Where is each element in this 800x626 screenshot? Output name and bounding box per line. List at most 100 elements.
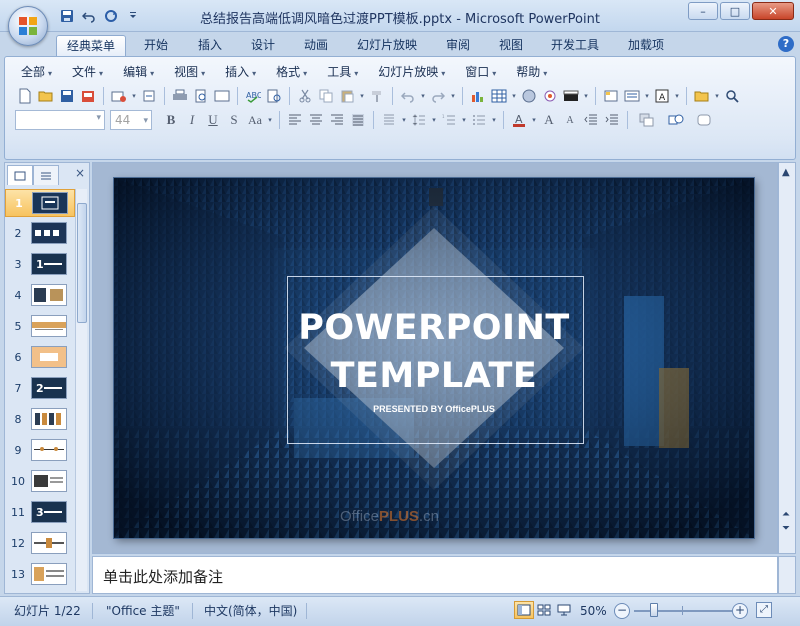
save-icon[interactable] [58,7,76,25]
slide-thumbnail[interactable]: 2 [5,220,75,248]
insert-picture-icon[interactable] [540,86,560,106]
menu-all[interactable]: 全部 ▾ [11,63,62,81]
redo-icon[interactable] [102,7,120,25]
menu-file[interactable]: 文件 ▾ [62,63,113,81]
find-icon[interactable] [722,86,742,106]
tab-design[interactable]: 设计 [241,35,285,56]
shapes-icon[interactable] [662,110,690,130]
zoom-slider-track[interactable] [634,610,732,612]
spelling-icon[interactable]: ABC [243,86,263,106]
align-right-icon[interactable] [327,110,347,130]
tab-insert[interactable]: 插入 [188,35,232,56]
tab-outline[interactable] [33,165,59,185]
notes-pane[interactable]: 单击此处添加备注 [92,556,778,594]
tab-addins[interactable]: 加载项 [618,35,674,56]
slide-subtitle[interactable]: PRESENTED BY OfficePLUS [264,404,604,414]
slideshow-view-icon[interactable] [554,601,574,619]
notes-placeholder[interactable]: 单击此处添加备注 [103,566,223,587]
clip-art-icon[interactable] [519,86,539,106]
folder-icon[interactable] [692,86,712,106]
slide-title-line-1[interactable]: POWERPOINT [264,308,604,348]
slide-title-line-2[interactable]: TEMPLATE [264,356,604,396]
scrollbar-thumb[interactable] [77,203,87,323]
arrange-icon[interactable] [633,110,661,130]
increase-indent-icon[interactable] [602,110,622,130]
italic-button[interactable]: I [182,110,202,130]
print-icon[interactable] [170,86,190,106]
undo-icon[interactable] [398,86,418,106]
normal-view-icon[interactable] [514,601,534,619]
slide-thumbnail[interactable]: 10 [5,468,75,496]
slide-thumbnail[interactable]: 13 [5,561,75,589]
menu-edit[interactable]: 编辑 ▾ [113,63,164,81]
slide-thumbnail[interactable]: 4 [5,282,75,310]
research-icon[interactable] [264,86,284,106]
undo-icon[interactable] [80,7,98,25]
layout-icon[interactable] [622,86,642,106]
theme-name[interactable]: "Office 主题" [106,601,180,621]
tab-slideshow[interactable]: 幻灯片放映 [347,35,427,56]
scroll-up-icon[interactable]: ▲ [782,167,790,178]
decrease-indent-icon[interactable] [581,110,601,130]
cut-icon[interactable] [295,86,315,106]
align-left-icon[interactable] [285,110,305,130]
text-direction-icon[interactable] [379,110,399,130]
slide-thumbnail[interactable]: 9 [5,437,75,465]
quick-styles-icon[interactable] [691,110,719,130]
slide-thumbnail[interactable]: 5 [5,313,75,341]
align-center-icon[interactable] [306,110,326,130]
slide-thumbnail[interactable]: 7 2 [5,375,75,403]
font-name-select[interactable] [15,110,105,130]
tab-slides[interactable] [7,165,33,185]
menu-slideshow[interactable]: 幻灯片放映 ▾ [368,63,455,81]
notes-scrollbar[interactable] [778,556,796,594]
next-slide-icon[interactable]: ⏷ [782,523,790,534]
previous-slide-icon[interactable]: ⏶ [782,509,790,520]
customize-icon[interactable] [124,7,142,25]
tab-view[interactable]: 视图 [489,35,533,56]
help-icon[interactable]: ? [778,36,794,52]
tab-developer[interactable]: 开发工具 [541,35,609,56]
menu-help[interactable]: 帮助 ▾ [506,63,557,81]
zoom-slider-thumb[interactable] [650,603,658,617]
slide-sorter-view-icon[interactable] [534,601,554,619]
slide-thumbnail[interactable]: 6 [5,344,75,372]
menu-insert[interactable]: 插入 ▾ [215,63,266,81]
open-icon[interactable] [36,86,56,106]
print-preview-icon[interactable] [191,86,211,106]
shrink-font-button[interactable]: A [560,110,580,130]
minimize-button[interactable]: – [688,2,718,20]
zoom-in-button[interactable]: + [732,603,748,619]
font-color-button[interactable]: A [509,110,529,130]
copy-icon[interactable] [316,86,336,106]
numbering-icon[interactable]: 1 [439,110,459,130]
fit-to-window-icon[interactable]: ⤢ [756,602,772,618]
menu-window[interactable]: 窗口 ▾ [455,63,506,81]
tab-classic-menu[interactable]: 经典菜单 [56,35,127,56]
slide-thumbnail[interactable]: 11 3 [5,499,75,527]
tab-home[interactable]: 开始 [134,35,178,56]
menu-format[interactable]: 格式 ▾ [266,63,317,81]
save-icon[interactable] [57,86,77,106]
maximize-button[interactable]: □ [720,2,750,20]
zoom-out-button[interactable]: − [614,603,630,619]
email-icon[interactable] [109,86,129,106]
change-case-button[interactable]: Aa [245,110,265,130]
textbox-icon[interactable]: A [652,86,672,106]
slide-thumbnail[interactable]: 3 1 [5,251,75,279]
background-icon[interactable] [561,86,581,106]
menu-tools[interactable]: 工具 ▾ [317,63,368,81]
slide-thumbnail[interactable]: 1 [5,189,75,217]
paste-icon[interactable] [337,86,357,106]
new-slide-icon[interactable] [601,86,621,106]
shadow-button[interactable]: S [224,110,244,130]
tab-review[interactable]: 审阅 [436,35,480,56]
close-button[interactable]: ✕ [752,2,794,20]
zoom-level[interactable]: 50% [580,601,607,621]
new-icon[interactable] [15,86,35,106]
slide-canvas[interactable]: POWERPOINT TEMPLATE PRESENTED BY OfficeP… [114,178,754,538]
insert-table-icon[interactable] [489,86,509,106]
menu-view[interactable]: 视图 ▾ [164,63,215,81]
slide-scrollbar[interactable]: ▲ ⏶ ⏷ [778,162,796,554]
slide-view-icon[interactable] [212,86,232,106]
